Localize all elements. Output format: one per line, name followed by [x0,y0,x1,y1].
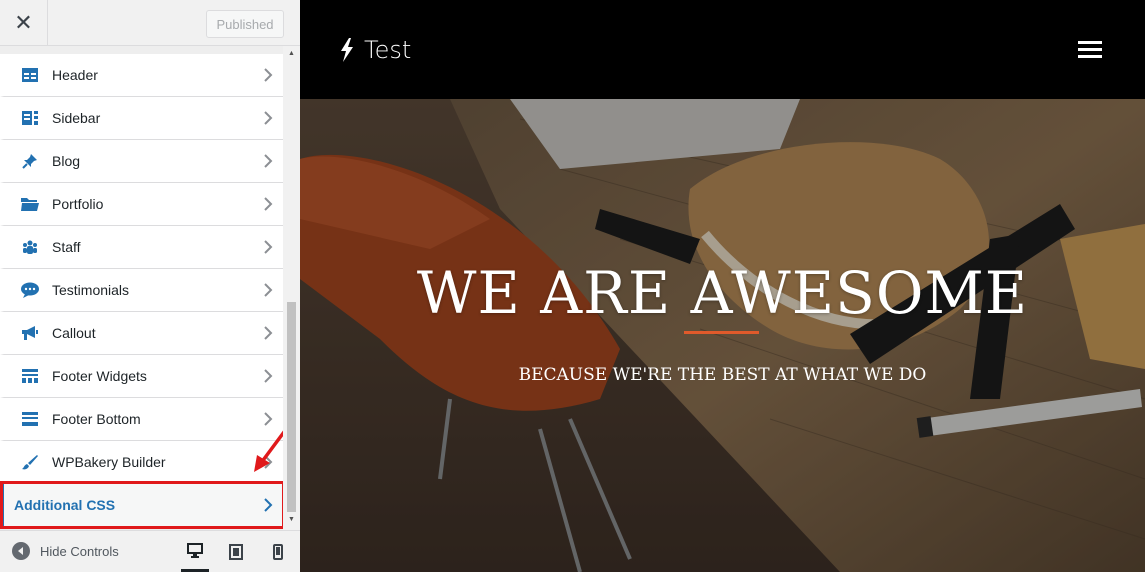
section-label: Sidebar [52,110,101,126]
preview-desktop-button[interactable] [181,531,209,572]
scroll-up-icon[interactable]: ▲ [287,48,296,58]
people-icon [8,240,52,254]
tablet-icon [229,544,243,560]
brush-icon [8,454,52,470]
published-button[interactable]: Published [206,10,284,38]
customizer-footer: Hide Controls [0,530,300,572]
chevron-right-icon [253,498,283,512]
chevron-right-icon [253,369,283,383]
section-label: Footer Widgets [52,368,147,384]
chevron-right-icon [253,154,283,168]
preview-mobile-button[interactable] [264,531,292,572]
hero-heading: WE ARE AWESOME [416,259,1029,327]
sidebar-layout-icon [8,111,52,125]
section-footer-widgets[interactable]: Footer Widgets [0,355,283,398]
scrollbar-thumb[interactable] [287,302,296,512]
section-label: Footer Bottom [52,411,141,427]
section-label: WPBakery Builder [52,454,166,470]
section-footer-bottom[interactable]: Footer Bottom [0,398,283,441]
footer-widgets-icon [8,369,52,383]
chevron-right-icon [253,240,283,254]
chevron-right-icon [253,326,283,340]
section-wpbakery-builder[interactable]: WPBakery Builder [0,441,283,484]
section-additional-css[interactable]: Additional CSS [0,484,283,527]
section-portfolio[interactable]: Portfolio [0,183,283,226]
hide-controls-button[interactable]: Hide Controls [12,542,119,560]
chevron-right-icon [253,111,283,125]
scroll-down-icon[interactable]: ▼ [287,514,296,524]
chevron-right-icon [253,197,283,211]
hide-controls-label: Hide Controls [40,543,119,559]
chevron-right-icon [253,412,283,426]
hero-section: WE ARE AWESOME BECAUSE WE'RE THE BEST AT… [300,99,1145,572]
section-callout[interactable]: Callout [0,312,283,355]
close-icon: ✕ [14,10,33,35]
section-blog[interactable]: Blog [0,140,283,183]
megaphone-icon [8,325,52,341]
section-staff[interactable]: Staff [0,226,283,269]
section-label: Header [52,67,98,83]
section-sidebar[interactable]: Sidebar [0,97,283,140]
section-label: Portfolio [52,196,104,212]
close-button[interactable]: ✕ [0,0,48,46]
preview-tablet-button[interactable] [222,531,250,572]
speech-bubble-icon [8,282,52,298]
section-label: Additional CSS [14,497,116,513]
site-preview: Test WE ARE AWESOME BECAUSE WE'RE THE BE… [300,0,1145,572]
folder-icon [8,197,52,211]
footer-bottom-icon [8,412,52,426]
section-header[interactable]: Header [0,54,283,97]
section-label: Testimonials [52,282,130,298]
lightning-bolt-icon [341,38,353,62]
customizer-topbar: ✕ Published [0,0,300,46]
hero-subheading: BECAUSE WE'RE THE BEST AT WHAT WE DO [518,365,927,385]
site-title: Test [364,36,412,64]
site-logo[interactable]: Test [340,36,411,64]
collapse-arrow-icon [12,542,30,560]
section-list-scrollbar[interactable]: ▲ ▼ [283,46,300,530]
section-label: Callout [52,325,96,341]
hamburger-menu-icon[interactable] [1078,41,1102,59]
hero-background-image [300,99,1145,572]
customizer-section-list: Header Sidebar Blog Portfolio Staff Test… [0,54,283,527]
section-label: Staff [52,239,81,255]
customizer-panel: ✕ Published Header Sidebar Blog Portfoli… [0,0,300,572]
chevron-right-icon [253,68,283,82]
header-layout-icon [8,68,52,82]
section-testimonials[interactable]: Testimonials [0,269,283,312]
desktop-icon [187,542,203,558]
chevron-right-icon [253,283,283,297]
mobile-icon [273,544,283,560]
hero-divider [684,331,759,334]
site-header: Test [300,0,1145,99]
pin-icon [8,153,52,169]
section-label: Blog [52,153,81,169]
